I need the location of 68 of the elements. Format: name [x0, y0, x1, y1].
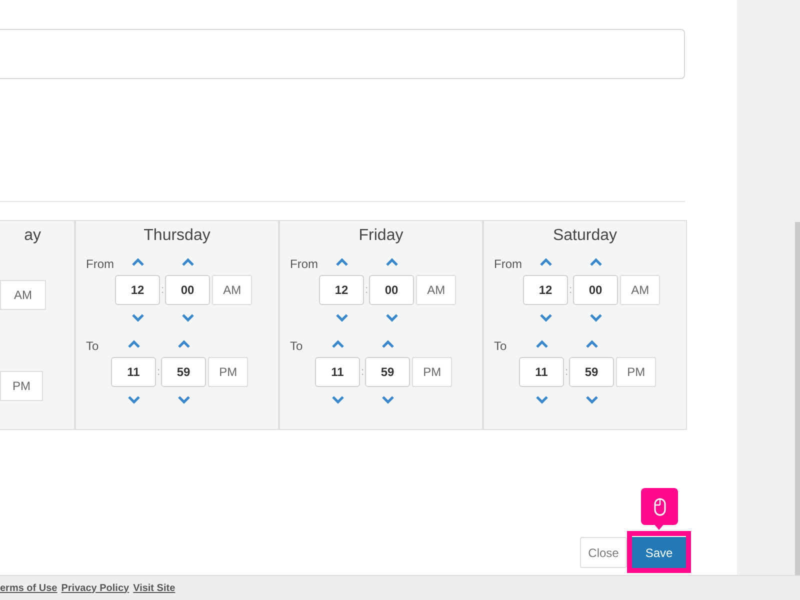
close-button[interactable]: Close: [580, 537, 627, 568]
footer-link[interactable]: erms of Use: [0, 580, 58, 596]
time-field[interactable]: 59: [365, 357, 410, 387]
chevron-down-icon[interactable]: [336, 314, 348, 322]
time-separator: :: [568, 282, 574, 298]
time-field[interactable]: 12: [319, 275, 364, 305]
meridiem-field[interactable]: AM: [212, 275, 252, 305]
time-separator: :: [564, 364, 570, 380]
time-label: From: [86, 256, 115, 273]
chevron-down-icon[interactable]: [536, 396, 548, 404]
text-field[interactable]: [0, 29, 685, 79]
time-label: From: [290, 256, 319, 273]
chevron-down-icon[interactable]: [332, 396, 344, 404]
time-field[interactable]: 12: [523, 275, 568, 305]
mouse-icon: [654, 498, 666, 516]
chevron-down-icon[interactable]: [590, 314, 602, 322]
time-label: To: [290, 338, 304, 355]
time-separator: :: [364, 282, 370, 298]
time-field[interactable]: 12: [115, 275, 160, 305]
time-separator: :: [156, 364, 162, 380]
chevron-up-icon[interactable]: [586, 340, 598, 348]
time-separator: :: [160, 282, 166, 298]
chevron-down-icon[interactable]: [128, 396, 140, 404]
chevron-down-icon[interactable]: [586, 396, 598, 404]
chevron-down-icon[interactable]: [386, 314, 398, 322]
footer-link[interactable]: Visit Site: [133, 580, 176, 596]
chevron-down-icon[interactable]: [540, 314, 552, 322]
time-field[interactable]: 59: [161, 357, 206, 387]
time-separator: :: [360, 364, 366, 380]
day-title: Saturday: [552, 226, 618, 246]
time-label: From: [494, 256, 523, 273]
time-label: To: [494, 338, 508, 355]
time-label: To: [86, 338, 100, 355]
scrollbar-thumb[interactable]: [795, 222, 800, 575]
chevron-up-icon[interactable]: [178, 340, 190, 348]
chevron-up-icon[interactable]: [540, 258, 552, 266]
meridiem-field[interactable]: PM: [616, 357, 656, 387]
save-button[interactable]: Save: [632, 537, 686, 568]
meridiem-field[interactable]: PM: [208, 357, 248, 387]
chevron-down-icon[interactable]: [178, 396, 190, 404]
time-field[interactable]: 11: [519, 357, 564, 387]
time-field[interactable]: 11: [315, 357, 360, 387]
footer-link[interactable]: Privacy Policy: [61, 580, 130, 596]
chevron-down-icon[interactable]: [382, 396, 394, 404]
day-title: Thursday: [144, 226, 212, 246]
meridiem-field[interactable]: AM: [620, 275, 660, 305]
chevron-up-icon[interactable]: [132, 258, 144, 266]
chevron-up-icon[interactable]: [386, 258, 398, 266]
time-field[interactable]: 00: [165, 275, 210, 305]
chevron-down-icon[interactable]: [182, 314, 194, 322]
time-field[interactable]: 59: [569, 357, 614, 387]
meridiem-field[interactable]: PM: [412, 357, 452, 387]
chevron-up-icon[interactable]: [332, 340, 344, 348]
chevron-up-icon[interactable]: [382, 340, 394, 348]
day-title: Friday: [358, 226, 404, 246]
time-field[interactable]: 00: [369, 275, 414, 305]
chevron-up-icon[interactable]: [590, 258, 602, 266]
chevron-up-icon[interactable]: [336, 258, 348, 266]
meridiem-field[interactable]: AM: [416, 275, 456, 305]
chevron-down-icon[interactable]: [132, 314, 144, 322]
chevron-up-icon[interactable]: [128, 340, 140, 348]
meridiem-field[interactable]: PM: [0, 371, 43, 401]
time-field[interactable]: 00: [573, 275, 618, 305]
chevron-up-icon[interactable]: [182, 258, 194, 266]
day-title: ay: [24, 226, 42, 246]
time-field[interactable]: 11: [111, 357, 156, 387]
chevron-up-icon[interactable]: [536, 340, 548, 348]
meridiem-field[interactable]: AM: [0, 280, 46, 310]
